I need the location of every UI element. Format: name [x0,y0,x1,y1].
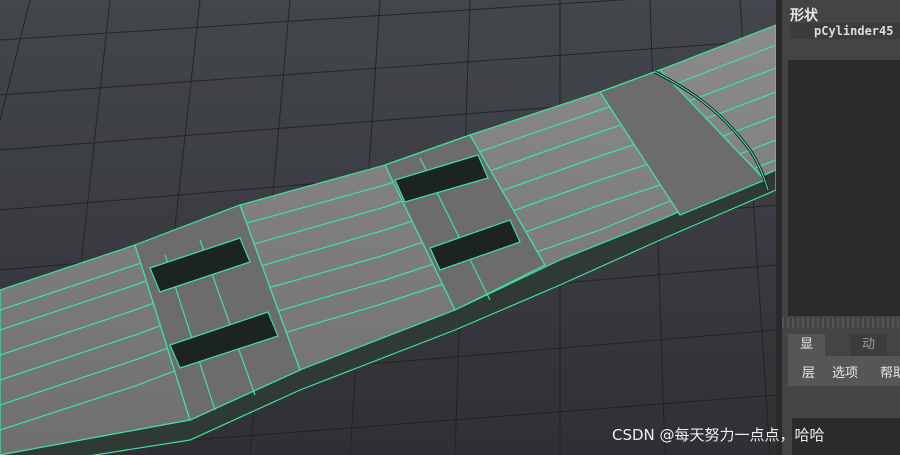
viewport-scene [0,0,776,455]
menu-layers[interactable]: 层 [802,362,815,381]
menu-help[interactable]: 帮助 [880,362,900,381]
tab-animation[interactable]: 动画 [850,334,888,374]
tab-display[interactable]: 显示 [788,334,826,374]
3d-viewport[interactable] [0,0,776,455]
layer-list[interactable] [788,386,900,418]
watermark: CSDN @每天努力一点点，哈哈 [612,426,825,444]
attribute-panel: 形状 pCylinder45 显示 动画 层 选项 帮助 [782,0,900,455]
resize-handle[interactable] [782,318,900,328]
mesh-object[interactable] [0,24,776,455]
panel-title: 形状 [790,8,818,24]
node-name-field[interactable]: pCylinder45 [790,23,900,39]
attribute-list-area[interactable] [788,60,900,316]
layer-menubar: 层 选项 帮助 [788,356,900,386]
menu-options[interactable]: 选项 [832,362,858,381]
